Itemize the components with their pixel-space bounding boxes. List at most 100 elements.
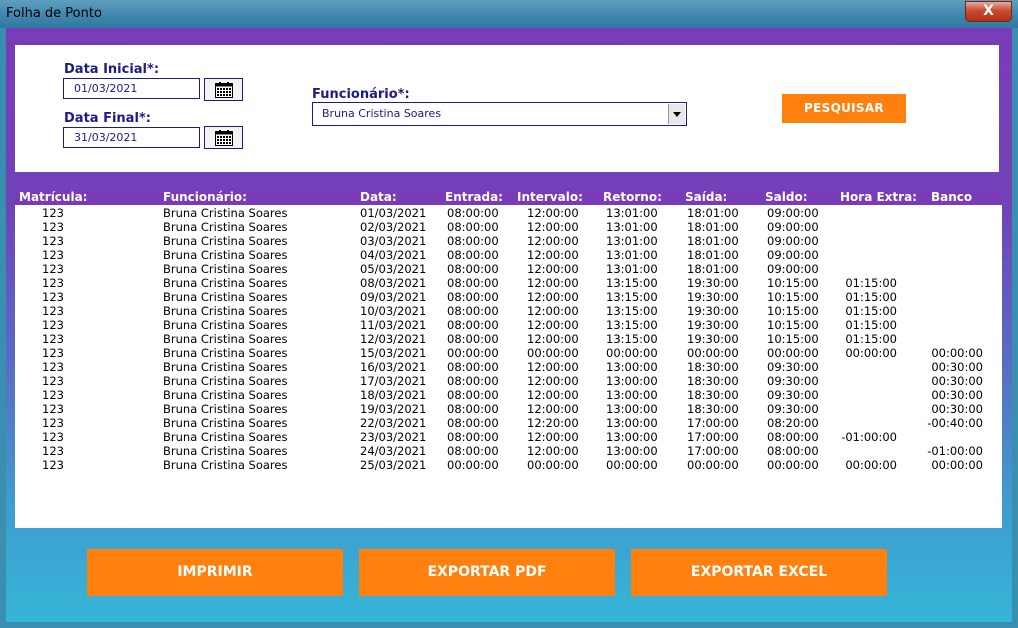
cell-saldo: 09:00:00 xyxy=(767,248,819,262)
cell-matricula: 123 xyxy=(42,318,64,332)
cell-saida: 18:30:00 xyxy=(687,388,739,402)
cell-matricula: 123 xyxy=(42,444,64,458)
cell-saldo: 08:00:00 xyxy=(767,430,819,444)
cell-entrada: 08:00:00 xyxy=(447,374,499,388)
table-row[interactable]: 123 Bruna Cristina Soares 18/03/2021 08:00:… xyxy=(15,388,1002,402)
cell-saida: 17:00:00 xyxy=(687,430,739,444)
cell-data: 19/03/2021 xyxy=(360,402,427,416)
cell-matricula: 123 xyxy=(42,276,64,290)
data-inicial-calendar-button[interactable] xyxy=(204,78,243,101)
cell-funcionario: Bruna Cristina Soares xyxy=(163,234,288,248)
cell-data: 01/03/2021 xyxy=(360,206,427,220)
cell-entrada: 08:00:00 xyxy=(447,290,499,304)
column-header-intervalo[interactable]: Intervalo: xyxy=(517,190,583,205)
cell-data: 05/03/2021 xyxy=(360,262,427,276)
cell-data: 24/03/2021 xyxy=(360,444,427,458)
cell-entrada: 08:00:00 xyxy=(447,402,499,416)
funcionario-select[interactable]: Bruna Cristina Soares xyxy=(312,102,687,126)
cell-retorno: 13:15:00 xyxy=(606,276,658,290)
column-header-banco[interactable]: Banco xyxy=(931,190,972,205)
chevron-down-icon[interactable] xyxy=(668,104,685,124)
table-row[interactable]: 123 Bruna Cristina Soares 05/03/2021 08:00:… xyxy=(15,262,1002,276)
table-row[interactable]: 123 Bruna Cristina Soares 04/03/2021 08:00:… xyxy=(15,248,1002,262)
cell-saldo: 10:15:00 xyxy=(767,332,819,346)
column-header-entrada[interactable]: Entrada: xyxy=(445,190,503,205)
table-row[interactable]: 123 Bruna Cristina Soares 02/03/2021 08:00:… xyxy=(15,220,1002,234)
table-row[interactable]: 123 Bruna Cristina Soares 25/03/2021 00:00:… xyxy=(15,458,1002,472)
cell-saldo: 00:00:00 xyxy=(767,458,819,472)
cell-data: 16/03/2021 xyxy=(360,360,427,374)
column-header-matricula[interactable]: Matrícula: xyxy=(19,190,87,205)
cell-banco: 00:30:00 xyxy=(931,360,983,374)
cell-intervalo: 00:00:00 xyxy=(527,346,579,360)
cell-intervalo: 12:00:00 xyxy=(527,234,579,248)
cell-retorno: 13:15:00 xyxy=(606,332,658,346)
cell-hora-extra: 01:15:00 xyxy=(845,276,897,290)
cell-saida: 18:30:00 xyxy=(687,402,739,416)
table-row[interactable]: 123 Bruna Cristina Soares 16/03/2021 08:00:… xyxy=(15,360,1002,374)
cell-retorno: 13:01:00 xyxy=(606,262,658,276)
cell-entrada: 08:00:00 xyxy=(447,262,499,276)
column-header-retorno[interactable]: Retorno: xyxy=(603,190,662,205)
column-header-data[interactable]: Data: xyxy=(360,190,397,205)
cell-saida: 19:30:00 xyxy=(687,276,739,290)
search-button[interactable]: PESQUISAR xyxy=(782,94,906,123)
cell-data: 03/03/2021 xyxy=(360,234,427,248)
cell-funcionario: Bruna Cristina Soares xyxy=(163,304,288,318)
column-header-hora-extra[interactable]: Hora Extra: xyxy=(840,190,917,205)
cell-intervalo: 12:00:00 xyxy=(527,304,579,318)
cell-entrada: 08:00:00 xyxy=(447,430,499,444)
table-row[interactable]: 123 Bruna Cristina Soares 03/03/2021 08:00:… xyxy=(15,234,1002,248)
table-row[interactable]: 123 Bruna Cristina Soares 12/03/2021 08:00:… xyxy=(15,332,1002,346)
cell-funcionario: Bruna Cristina Soares xyxy=(163,248,288,262)
cell-saldo: 09:00:00 xyxy=(767,220,819,234)
cell-retorno: 13:00:00 xyxy=(606,374,658,388)
column-header-funcionario[interactable]: Funcionário: xyxy=(163,190,247,205)
title-bar[interactable]: Folha de Ponto X xyxy=(0,0,1018,28)
table-row[interactable]: 123 Bruna Cristina Soares 24/03/2021 08:00:… xyxy=(15,444,1002,458)
cell-funcionario: Bruna Cristina Soares xyxy=(163,430,288,444)
cell-saldo: 08:00:00 xyxy=(767,444,819,458)
table-row[interactable]: 123 Bruna Cristina Soares 22/03/2021 08:00:… xyxy=(15,416,1002,430)
cell-entrada: 08:00:00 xyxy=(447,360,499,374)
cell-matricula: 123 xyxy=(42,388,64,402)
data-final-calendar-button[interactable] xyxy=(204,126,243,149)
cell-data: 15/03/2021 xyxy=(360,346,427,360)
table-row[interactable]: 123 Bruna Cristina Soares 23/03/2021 08:00:… xyxy=(15,430,1002,444)
table-row[interactable]: 123 Bruna Cristina Soares 11/03/2021 08:00:… xyxy=(15,318,1002,332)
cell-retorno: 13:15:00 xyxy=(606,318,658,332)
cell-intervalo: 12:00:00 xyxy=(527,262,579,276)
table-header: Matrícula: Funcionário: Data: Entrada: Inter… xyxy=(15,190,1002,205)
print-button[interactable]: IMPRIMIR xyxy=(87,549,343,596)
cell-saldo: 09:30:00 xyxy=(767,388,819,402)
export-pdf-button[interactable]: EXPORTAR PDF xyxy=(359,549,615,596)
cell-funcionario: Bruna Cristina Soares xyxy=(163,416,288,430)
cell-banco: 00:30:00 xyxy=(931,402,983,416)
cell-intervalo: 12:00:00 xyxy=(527,206,579,220)
table-row[interactable]: 123 Bruna Cristina Soares 08/03/2021 08:00:… xyxy=(15,276,1002,290)
cell-matricula: 123 xyxy=(42,360,64,374)
close-button[interactable]: X xyxy=(965,1,1012,22)
table-row[interactable]: 123 Bruna Cristina Soares 15/03/2021 00:00:… xyxy=(15,346,1002,360)
table-row[interactable]: 123 Bruna Cristina Soares 19/03/2021 08:00:… xyxy=(15,402,1002,416)
export-excel-button[interactable]: EXPORTAR EXCEL xyxy=(631,549,887,596)
cell-matricula: 123 xyxy=(42,430,64,444)
cell-hora-extra: 01:15:00 xyxy=(845,290,897,304)
cell-saldo: 10:15:00 xyxy=(767,290,819,304)
column-header-saida[interactable]: Saída: xyxy=(685,190,727,205)
cell-intervalo: 12:00:00 xyxy=(527,248,579,262)
cell-data: 18/03/2021 xyxy=(360,388,427,402)
cell-saida: 18:01:00 xyxy=(687,262,739,276)
data-inicial-field[interactable]: 01/03/2021 xyxy=(63,78,200,99)
table-row[interactable]: 123 Bruna Cristina Soares 17/03/2021 08:00:… xyxy=(15,374,1002,388)
cell-saldo: 10:15:00 xyxy=(767,276,819,290)
column-header-saldo[interactable]: Saldo: xyxy=(765,190,808,205)
table-row[interactable]: 123 Bruna Cristina Soares 10/03/2021 08:00:… xyxy=(15,304,1002,318)
cell-intervalo: 12:00:00 xyxy=(527,374,579,388)
table-row[interactable]: 123 Bruna Cristina Soares 01/03/2021 08:00:… xyxy=(15,206,1002,220)
cell-matricula: 123 xyxy=(42,248,64,262)
table-row[interactable]: 123 Bruna Cristina Soares 09/03/2021 08:00:… xyxy=(15,290,1002,304)
cell-intervalo: 12:00:00 xyxy=(527,402,579,416)
cell-funcionario: Bruna Cristina Soares xyxy=(163,206,288,220)
data-final-field[interactable]: 31/03/2021 xyxy=(63,127,200,148)
